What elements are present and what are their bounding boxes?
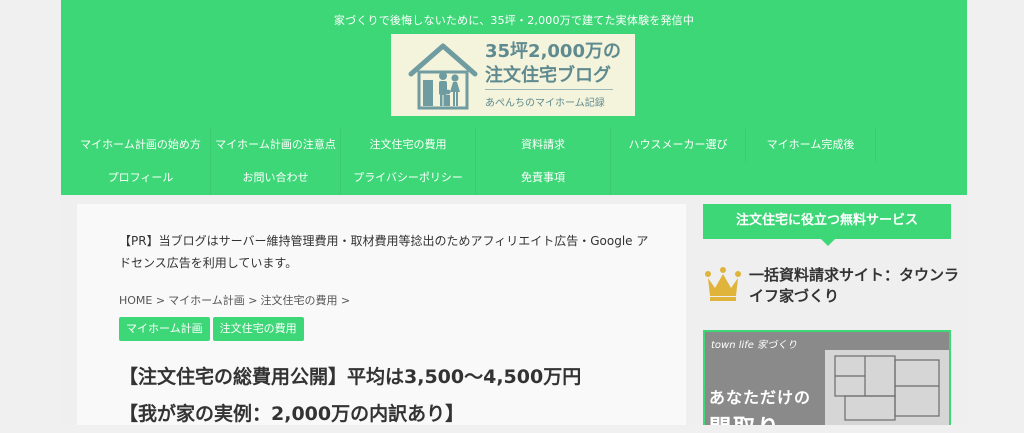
sidebar-item-title[interactable]: 一括資料請求サイト：タウンライフ家づくり	[749, 265, 959, 307]
banner-headline: あなただけの	[709, 388, 812, 407]
nav-item-precautions[interactable]: マイホーム計画の注意点	[211, 129, 341, 162]
logo-title-line1: 35坪2,000万の	[485, 41, 621, 62]
house-icon	[408, 43, 478, 110]
breadcrumb-category[interactable]: マイホーム計画 >	[168, 294, 257, 307]
nav-item-after-completion[interactable]: マイホーム完成後	[746, 129, 876, 162]
breadcrumb-subcategory[interactable]: 注文住宅の費用 >	[260, 294, 350, 307]
nav-item-getting-started[interactable]: マイホーム計画の始め方	[71, 129, 211, 162]
tag-myhome-plan[interactable]: マイホーム計画	[119, 317, 210, 341]
nav-item-costs[interactable]: 注文住宅の費用	[341, 129, 476, 162]
sidebar-heading: 注文住宅に役立つ無料サービス	[703, 204, 951, 239]
logo-title-line2: 注文住宅ブログ	[485, 65, 611, 86]
article-title: 【注文住宅の総費用公開】平均は3,500〜4,500万円 【我が家の実例：2,0…	[119, 359, 679, 433]
nav-item-privacy-policy[interactable]: プライバシーポリシー	[341, 162, 476, 195]
townlife-banner[interactable]: town life 家づくり あなただけの 間取り	[703, 330, 951, 425]
breadcrumb: HOME > マイホーム計画 > 注文住宅の費用 >	[119, 292, 353, 308]
site-tagline: 家づくりで後悔しないために、35坪・2,000万で建てた実体験を発信中	[333, 14, 695, 27]
site-header: 家づくりで後悔しないために、35坪・2,000万で建てた実体験を発信中 35坪2…	[61, 0, 967, 195]
article-title-line1: 【注文住宅の総費用公開】平均は3,500〜4,500万円	[119, 366, 582, 388]
logo-title: 35坪2,000万の 注文住宅ブログ	[485, 40, 621, 88]
breadcrumb-home[interactable]: HOME >	[119, 294, 165, 307]
article-title-line2: 【我が家の実例：2,000万の内訳あり】	[119, 403, 465, 425]
nav-item-contact[interactable]: お問い合わせ	[211, 162, 341, 195]
pr-notice: 【PR】当ブログはサーバー維持管理費用・取材費用等捻出のためアフィリエイト広告・…	[119, 234, 649, 270]
nav-item-brochures[interactable]: 資料請求	[476, 129, 611, 162]
page: 家づくりで後悔しないために、35坪・2,000万で建てた実体験を発信中 35坪2…	[61, 0, 967, 425]
logo-divider	[485, 89, 613, 90]
nav-item-disclaimer[interactable]: 免責事項	[476, 162, 611, 195]
sidebar-heading-arrow	[821, 239, 835, 246]
logo-subtitle: あぺんちのマイホーム記録	[485, 98, 605, 109]
crown-icon	[705, 267, 741, 301]
tag-house-costs[interactable]: 注文住宅の費用	[212, 317, 304, 341]
banner-image: town life 家づくり あなただけの 間取り	[705, 332, 949, 425]
nav-item-house-makers[interactable]: ハウスメーカー選び	[611, 129, 746, 162]
category-tags: マイホーム計画 注文住宅の費用	[119, 317, 307, 341]
banner-headline-2: 間取り	[709, 410, 781, 425]
nav-item-profile[interactable]: プロフィール	[71, 162, 211, 195]
site-logo[interactable]: 35坪2,000万の 注文住宅ブログ あぺんちのマイホーム記録	[391, 34, 635, 116]
main-content: 【PR】当ブログはサーバー維持管理費用・取材費用等捻出のためアフィリエイト広告・…	[77, 204, 686, 425]
global-nav: マイホーム計画の始め方 マイホーム計画の注意点 注文住宅の費用 資料請求 ハウス…	[71, 129, 953, 195]
banner-brand: town life 家づくり	[711, 340, 798, 351]
floor-plan-icon	[825, 350, 949, 425]
